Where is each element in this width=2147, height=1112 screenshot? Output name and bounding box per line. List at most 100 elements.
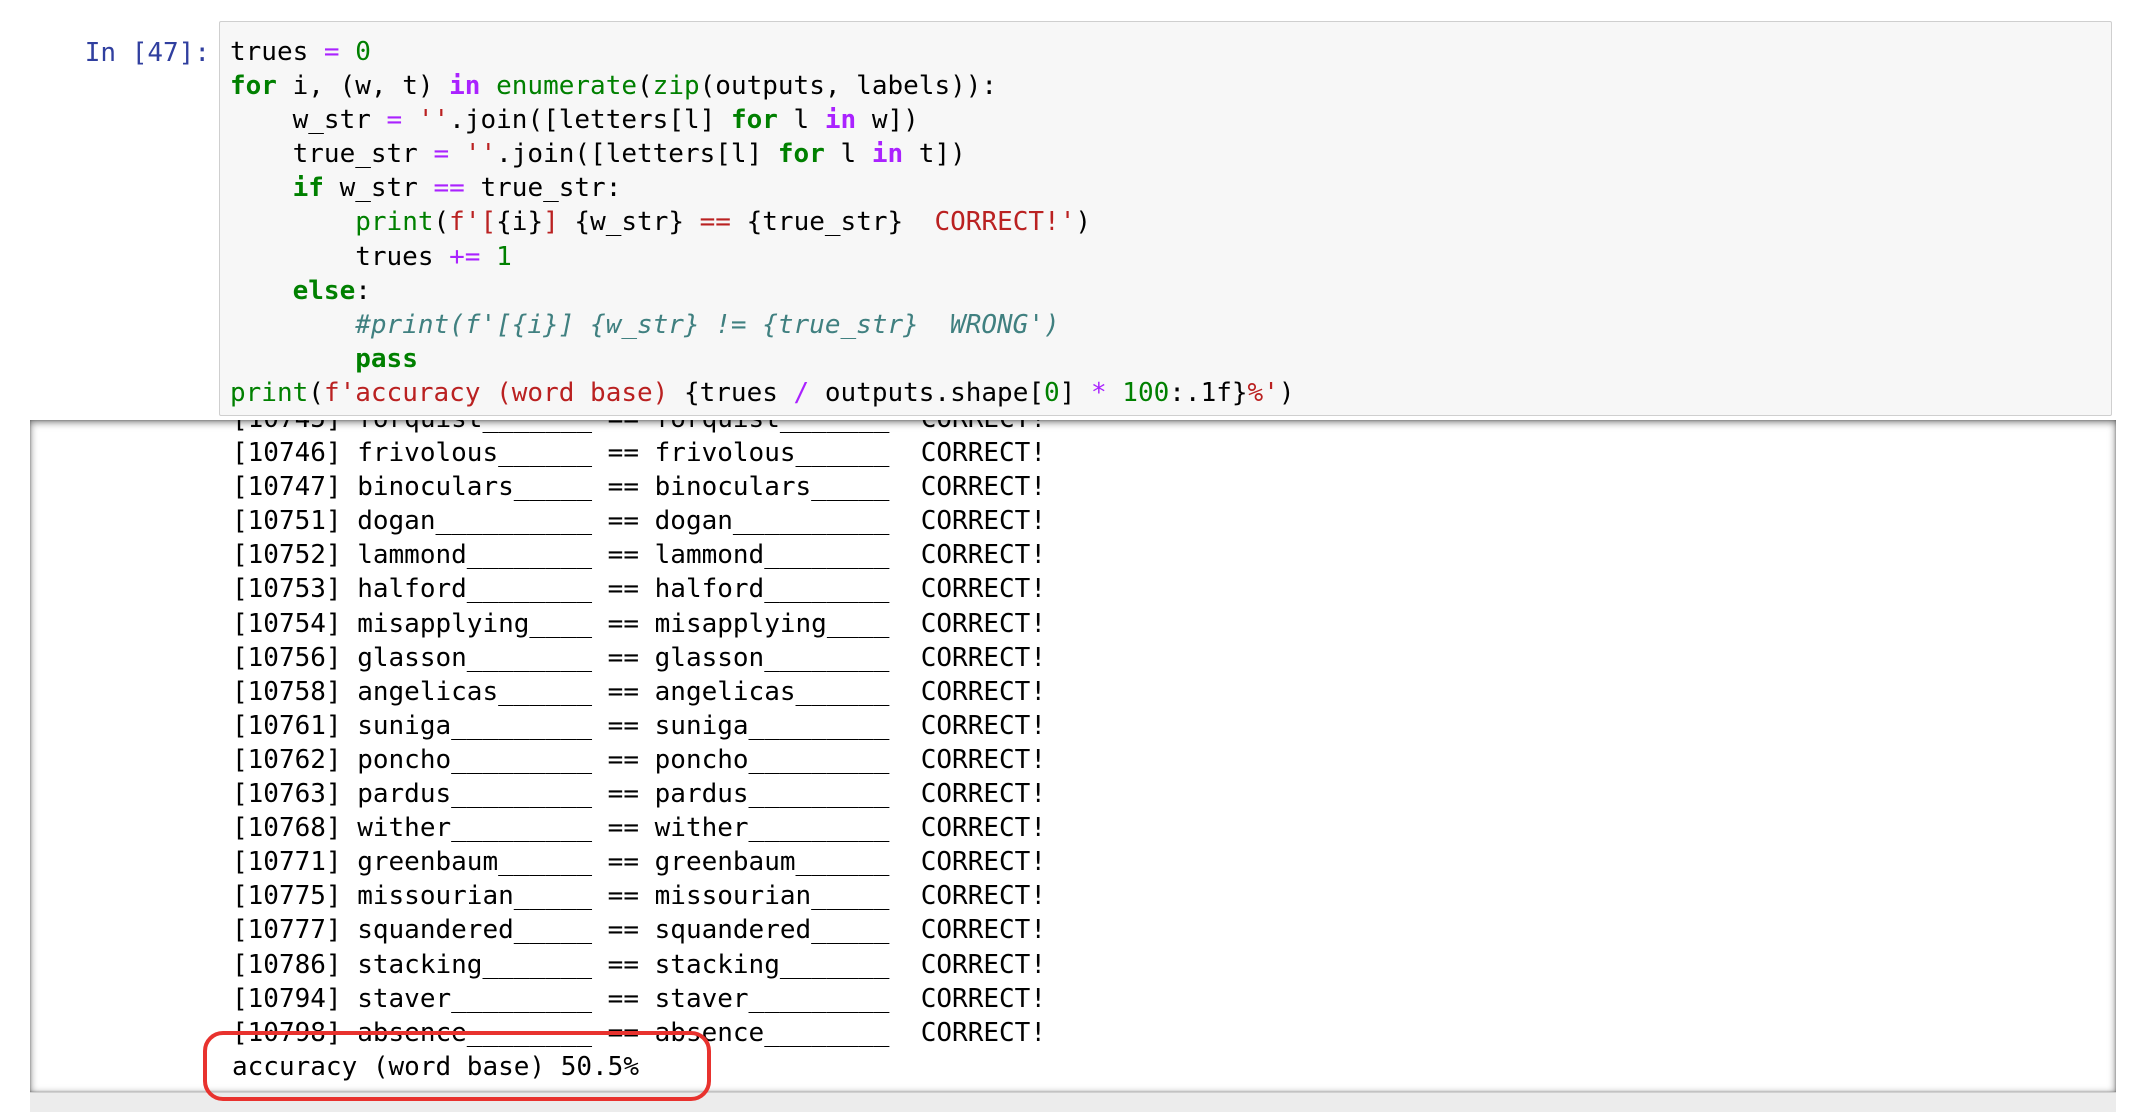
code-token: for [777,139,825,170]
code-token: '' [464,139,497,170]
code-token: / [793,377,810,408]
code-line: print(f'[{i}] {w_str} == {true_str} CORR… [230,205,1295,239]
code-token: l [777,105,825,136]
code-token: (outputs, labels)): [699,71,998,102]
code-line: true_str = ''.join([letters[l] for l in … [230,137,1295,171]
code-token: if [292,173,324,204]
code-token: 0 [355,37,371,67]
code-token: f'[ [449,207,497,238]
code-token: ( [433,207,450,238]
code-token: w_str [230,105,387,136]
code-token: == [433,173,465,204]
code-token: = [433,139,450,170]
code-token: 1 [496,241,512,272]
code-line: for i, (w, t) in enumerate(zip(outputs, … [230,69,1295,103]
code-token: for [730,105,778,136]
output-line: [10747] binoculars_____ == binoculars___… [232,472,1046,503]
output-line: [10753] halford________ == halford______… [232,574,1046,605]
output-line: [10751] dogan__________ == dogan________… [232,506,1046,537]
code-line: print(f'accuracy (word base) {trues / ou… [230,376,1295,410]
code-token: in [449,71,481,102]
code-token: true_str [230,139,434,170]
output-line: [10761] suniga_________ == suniga_______… [232,710,1046,741]
output-line: [10745] forquist_______ == forquist_____… [232,420,1046,436]
code-token: 100 [1122,377,1170,408]
code-token: trues [230,241,450,272]
code-token: i, (w, t) [276,71,450,102]
code-token: '' [417,105,450,136]
output-line: [10794] staver_________ == staver_______… [232,983,1046,1014]
output-line: [10763] pardus_________ == pardus_______… [232,779,1046,810]
code-token: zip [652,71,700,102]
code-token: pass [355,343,418,374]
code-token: w]) [856,105,919,136]
code-token: t]) [903,139,966,170]
code-token: l [824,139,872,170]
code-line: pass [230,342,1295,376]
code-token: f'accuracy (word base) [323,377,684,408]
code-token: print [230,377,309,408]
code-token: %' [1247,377,1279,408]
output-area[interactable]: [10745] forquist_______ == forquist_____… [30,420,2116,1092]
code-token: 0 [1044,377,1060,408]
input-prompt: In [47]: [84,38,210,68]
code-token: .join([letters[l] [496,139,778,170]
code-token: for [230,71,277,102]
code-line: trues = 0 [230,35,1295,69]
code-token: true_str: [464,173,622,204]
code-line: trues += 1 [230,240,1295,274]
output-line: [10768] wither_________ == wither_______… [232,813,1046,844]
code-token: ( [637,71,653,102]
code-token: ) [1075,207,1092,238]
code-block[interactable]: trues = 0 for i, (w, t) in enumerate(zip(… [230,35,1295,410]
code-line: w_str = ''.join([letters[l] for l in w]) [230,103,1295,137]
output-line: [10746] frivolous______ == frivolous____… [232,438,1046,469]
code-token: = [386,105,403,136]
output-text: [10745] forquist_______ == forquist_____… [232,420,1046,1084]
output-line: [10756] glasson________ == glasson______… [232,642,1046,673]
code-token: = [323,37,340,67]
code-token: ) [1278,377,1295,408]
code-line: else: [230,274,1295,308]
code-token: : [355,275,371,306]
code-token: .join([letters[l] [449,105,731,136]
code-token: {w_str} [574,207,684,238]
code-token: * [1090,377,1107,408]
code-line: if w_str == true_str: [230,171,1295,205]
code-token: == [684,207,747,238]
code-token: ( [308,377,324,408]
code-cell-editor[interactable]: trues = 0 for i, (w, t) in enumerate(zip(… [219,21,2112,416]
code-token: in [871,139,904,170]
code-token: outputs.shape[ [809,377,1045,408]
accuracy-highlight-annotation [203,1031,711,1101]
output-line: [10754] misapplying____ == misapplying__… [232,608,1046,639]
code-token: w_str [323,173,434,204]
code-token: print [355,207,434,238]
code-token: CORRECT!' [903,207,1076,238]
code-token: trues [230,37,324,67]
notebook-page: In [47]: trues = 0 for i, (w, t) in enume… [0,0,2147,1112]
output-line: [10771] greenbaum______ == greenbaum____… [232,847,1046,878]
code-token: {i} [496,207,544,238]
output-line: [10775] missourian_____ == missourian___… [232,881,1046,912]
code-token: += [449,241,481,272]
output-line: [10762] poncho_________ == poncho_______… [232,744,1046,775]
code-token: #print(f'[{i}] {w_str} != {true_str} WRO… [355,309,1060,340]
output-line: [10758] angelicas______ == angelicas____… [232,676,1046,707]
code-token: enumerate [496,71,638,102]
output-line: [10786] stacking_______ == stacking_____… [232,949,1046,980]
code-token: ] [543,207,559,238]
code-token: {true_str} [746,207,904,238]
code-token: :.1f} [1169,377,1248,408]
code-token: in [824,105,857,136]
code-line: #print(f'[{i}] {w_str} != {true_str} WRO… [230,308,1295,342]
